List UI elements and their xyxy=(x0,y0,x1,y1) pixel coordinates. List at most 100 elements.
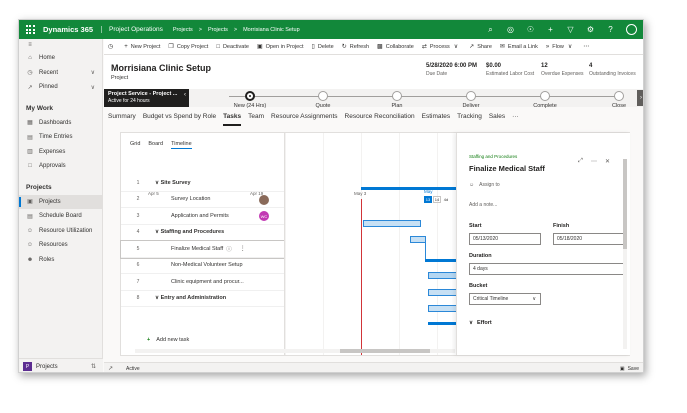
chevron-right-icon[interactable]: › xyxy=(637,90,643,106)
view-tab-timeline[interactable]: Timeline xyxy=(171,141,192,149)
new-project-button[interactable]: + New Project xyxy=(124,44,160,50)
chevron-down-icon[interactable]: ∨ xyxy=(91,69,95,76)
more-tabs-icon[interactable]: ··· xyxy=(512,113,519,126)
stage-complete[interactable]: Complete xyxy=(520,89,570,109)
nav-schedule-board[interactable]: ▤ Schedule Board xyxy=(19,209,102,224)
task-row[interactable]: 8 ∨ Entry and Administration xyxy=(121,291,284,307)
tab-tracking[interactable]: Tracking xyxy=(457,113,482,126)
breadcrumb-item[interactable]: Projects xyxy=(173,27,193,33)
duration-field[interactable]: 4 days xyxy=(469,263,625,275)
add-task-button[interactable]: + Add new task xyxy=(147,337,189,343)
nav-home[interactable]: ⌂ Home xyxy=(19,51,102,66)
refresh-button[interactable]: ↻ Refresh xyxy=(342,43,369,51)
task-bar-selected[interactable] xyxy=(428,272,456,279)
copy-project-button[interactable]: ❐ Copy Project xyxy=(168,43,208,51)
nav-projects[interactable]: ▣ Projects xyxy=(19,194,102,209)
scrollbar-thumb[interactable] xyxy=(623,159,627,249)
save-button[interactable]: ▣ Save xyxy=(620,366,639,372)
avatar[interactable] xyxy=(259,194,269,205)
day-cell[interactable]: 14 xyxy=(433,196,441,203)
tab-summary[interactable]: Summary xyxy=(108,113,136,126)
delete-button[interactable]: ▯ Delete xyxy=(312,43,334,51)
task-row[interactable]: 6 Non-Medical Volunteer Setup xyxy=(121,258,284,274)
task-row[interactable]: 3 Application and Permits WC xyxy=(121,208,284,225)
task-bar[interactable] xyxy=(428,289,456,296)
avatar[interactable] xyxy=(626,24,637,35)
brand-name[interactable]: Dynamics 365 xyxy=(43,25,93,34)
stage-plan[interactable]: Plan xyxy=(372,89,422,109)
process-selector[interactable]: Project Service - Project ... Active for… xyxy=(104,89,189,107)
breadcrumb-item[interactable]: Projects xyxy=(208,27,228,33)
day-cell[interactable]: 13 xyxy=(424,196,432,203)
task-row[interactable]: 5 Finalize Medical Staff ⓘ ⋮ xyxy=(120,240,285,259)
avatar[interactable]: WC xyxy=(259,211,269,221)
bucket-dropdown[interactable]: Critical Timeline ∨ xyxy=(469,293,541,305)
app-launcher-icon[interactable] xyxy=(23,23,37,37)
app-name[interactable]: Project Operations xyxy=(101,26,163,33)
add-note-field[interactable]: Add a note... xyxy=(469,202,497,208)
start-date-field[interactable]: 05/13/2020 xyxy=(469,233,541,245)
deactivate-button[interactable]: □ Deactivate xyxy=(216,44,249,50)
task-row[interactable]: 7 Clinic equipment and procur... xyxy=(121,274,284,291)
gantt-timeline[interactable] xyxy=(284,133,456,355)
open-in-project-button[interactable]: ▣ Open in Project xyxy=(257,43,304,51)
nav-recent[interactable]: ◷ Recent ∨ xyxy=(19,66,102,81)
scrollbar-thumb[interactable] xyxy=(340,349,430,353)
more-options-icon[interactable]: ⋮ xyxy=(240,245,246,252)
nav-roles[interactable]: ☻ Roles xyxy=(19,253,102,268)
stage-quote[interactable]: Quote xyxy=(298,89,348,109)
popout-icon[interactable]: ↗ xyxy=(108,365,113,372)
search-icon[interactable]: ⌕ xyxy=(486,25,495,35)
effort-section[interactable]: ∨ Effort xyxy=(469,320,492,326)
nav-pinned[interactable]: ↗ Pinned ∨ xyxy=(19,80,102,95)
nav-resources[interactable]: ☺ Resources xyxy=(19,238,102,253)
task-row[interactable]: 1 ∨ Site Survey xyxy=(121,175,284,192)
stage-new[interactable]: New (24 Hrs) xyxy=(225,89,275,109)
horizontal-scrollbar[interactable] xyxy=(135,349,455,353)
more-options-icon[interactable]: ⋯ xyxy=(591,158,597,165)
view-tab-grid[interactable]: Grid xyxy=(130,141,140,149)
finish-date-field[interactable]: 05/18/2020 xyxy=(553,233,625,245)
flow-button[interactable]: » Flow ∨ xyxy=(546,43,575,51)
info-icon[interactable]: ⓘ xyxy=(226,245,232,253)
task-title[interactable]: Finalize Medical Staff xyxy=(469,164,545,173)
tab-tasks[interactable]: Tasks xyxy=(223,113,241,126)
nav-approvals[interactable]: □ Approvals xyxy=(19,159,102,174)
help-icon[interactable]: ? xyxy=(606,25,615,34)
close-icon[interactable]: ✕ xyxy=(605,158,610,165)
gear-icon[interactable]: ⚙ xyxy=(586,25,595,34)
history-icon[interactable]: ◷ xyxy=(108,43,116,50)
process-button[interactable]: ⇄ Process ∨ xyxy=(422,43,461,51)
task-row[interactable]: 4 ∨ Staffing and Procedures xyxy=(121,225,284,241)
nav-resource-utilization[interactable]: ☺ Resource Utilization xyxy=(19,224,102,239)
target-icon[interactable]: ◎ xyxy=(506,25,515,34)
stage-deliver[interactable]: Deliver xyxy=(446,89,496,109)
task-bar[interactable] xyxy=(410,236,426,243)
tab-estimates[interactable]: Estimates xyxy=(422,113,451,126)
tab-budget-vs-spend[interactable]: Budget vs Spend by Role xyxy=(143,113,216,126)
collaborate-button[interactable]: ▩ Collaborate xyxy=(377,43,414,51)
tab-resource-assignments[interactable]: Resource Assignments xyxy=(271,113,337,126)
plus-icon[interactable]: + xyxy=(546,25,555,34)
tab-sales[interactable]: Sales xyxy=(489,113,505,126)
share-button[interactable]: ↗ Share xyxy=(469,43,492,51)
chevron-down-icon[interactable]: ∨ xyxy=(91,84,95,91)
nav-time-entries[interactable]: ▤ Time Entries xyxy=(19,130,102,145)
nav-expenses[interactable]: ▥ Expenses xyxy=(19,145,102,160)
task-bar[interactable] xyxy=(363,220,421,227)
more-commands-icon[interactable]: ⋯ xyxy=(583,43,592,50)
tab-team[interactable]: Team xyxy=(248,113,264,126)
breadcrumb-item[interactable]: Morrisiana Clinic Setup xyxy=(243,27,300,33)
filter-icon[interactable]: ▽ xyxy=(566,25,575,34)
lightbulb-icon[interactable]: ☉ xyxy=(526,25,535,34)
expand-icon[interactable]: ⤢ xyxy=(578,158,583,165)
area-switcher[interactable]: P Projects ⇅ xyxy=(19,358,103,372)
nav-dashboards[interactable]: ▦ Dashboards xyxy=(19,116,102,131)
email-link-button[interactable]: ✉ Email a Link xyxy=(500,43,538,51)
vertical-scrollbar[interactable] xyxy=(623,159,627,349)
task-bar[interactable] xyxy=(428,305,456,312)
tab-resource-reconciliation[interactable]: Resource Reconciliation xyxy=(345,113,415,126)
assign-to-button[interactable]: ☺ Assign to xyxy=(469,182,500,188)
view-tab-board[interactable]: Board xyxy=(148,141,163,149)
hamburger-icon[interactable]: ≡ xyxy=(19,39,102,51)
